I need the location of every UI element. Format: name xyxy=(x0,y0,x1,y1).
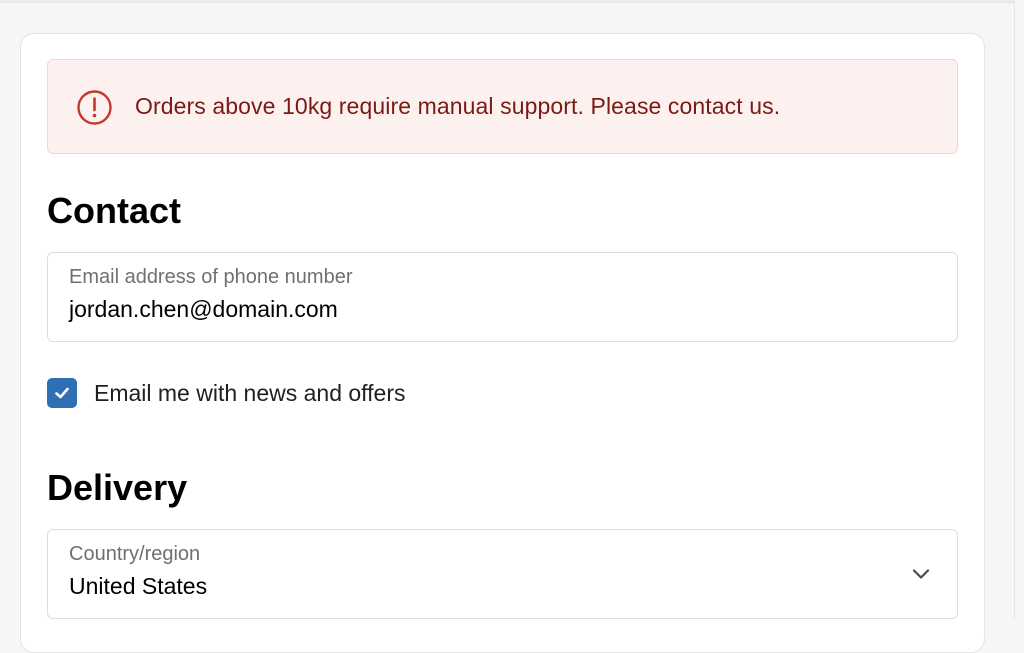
email-field-value[interactable]: jordan.chen@domain.com xyxy=(69,296,338,323)
scrollbar-gutter[interactable] xyxy=(1014,0,1024,620)
newsletter-option[interactable]: Email me with news and offers xyxy=(47,377,406,409)
checkout-card: Orders above 10kg require manual support… xyxy=(20,33,985,653)
email-field[interactable]: Email address of phone number jordan.che… xyxy=(47,252,958,342)
delivery-heading: Delivery xyxy=(47,467,188,508)
chevron-down-icon[interactable] xyxy=(910,566,932,582)
weight-limit-alert: Orders above 10kg require manual support… xyxy=(47,59,958,154)
email-field-label: Email address of phone number xyxy=(69,266,353,288)
top-edge xyxy=(0,0,1014,3)
alert-message: Orders above 10kg require manual support… xyxy=(135,93,781,119)
newsletter-checkbox[interactable] xyxy=(47,378,77,408)
newsletter-label[interactable]: Email me with news and offers xyxy=(94,380,406,407)
contact-heading: Contact xyxy=(47,190,181,231)
exclamation-circle-icon xyxy=(76,89,113,126)
country-select-value[interactable]: United States xyxy=(69,573,207,600)
country-select[interactable]: Country/region United States xyxy=(47,529,958,619)
checkmark-icon xyxy=(55,387,69,399)
country-select-label: Country/region xyxy=(69,543,201,565)
